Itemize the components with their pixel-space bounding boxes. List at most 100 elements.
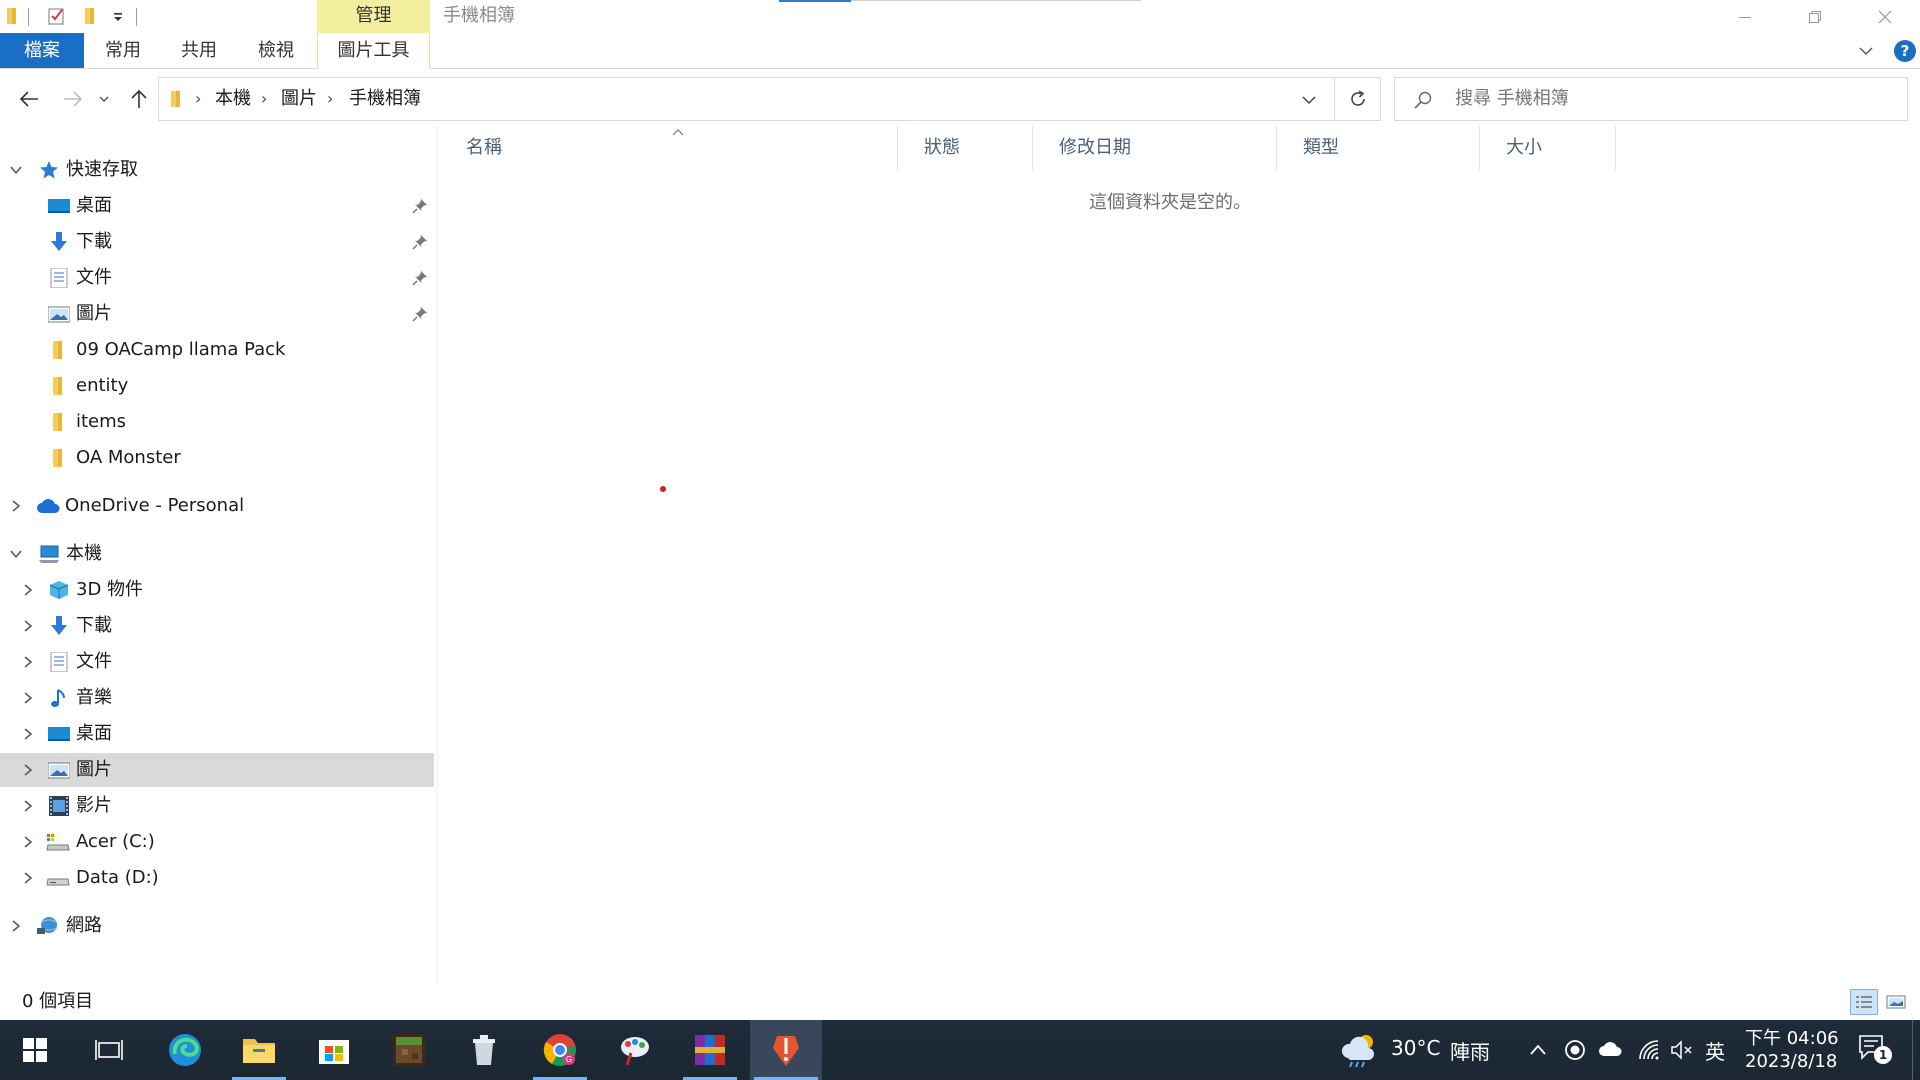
close-button[interactable]: [1850, 0, 1920, 33]
taskbar-file-explorer[interactable]: [228, 1020, 290, 1080]
taskbar-minecraft[interactable]: [378, 1020, 440, 1080]
recent-locations-button[interactable]: [94, 84, 114, 114]
nav-quick-item[interactable]: OA Monster: [0, 441, 434, 475]
nav-quick-item[interactable]: 下載: [0, 225, 434, 259]
tab-file[interactable]: 檔案: [0, 33, 84, 68]
qat-dropdown-icon[interactable]: [108, 6, 128, 26]
chevron-right-icon[interactable]: [20, 834, 36, 850]
pin-icon[interactable]: [412, 198, 428, 214]
wifi-icon[interactable]: [1637, 1038, 1661, 1062]
breadcrumb-phone-album[interactable]: 手機相簿: [349, 78, 421, 120]
nav-onedrive[interactable]: OneDrive - Personal: [0, 489, 434, 523]
breadcrumb-separator[interactable]: ›: [261, 78, 267, 120]
nav-quick-item[interactable]: items: [0, 405, 434, 439]
properties-icon[interactable]: [47, 6, 67, 26]
nav-quick-item[interactable]: entity: [0, 369, 434, 403]
minimize-button[interactable]: [1710, 0, 1780, 33]
chevron-right-icon[interactable]: [20, 690, 36, 706]
nav-pc-item[interactable]: Acer (C:): [0, 825, 434, 859]
chevron-right-icon[interactable]: [20, 798, 36, 814]
restore-button[interactable]: [1780, 0, 1850, 33]
weather-temp[interactable]: 30°C: [1391, 1036, 1440, 1060]
nav-pc-item[interactable]: 3D 物件: [0, 573, 434, 607]
file-list-pane[interactable]: 名稱 狀態 修改日期 類型 大小 這個資料夾是空的。: [440, 126, 1920, 984]
ribbon-expand-button[interactable]: [1856, 41, 1876, 61]
nav-quick-item[interactable]: 09 OACamp llama Pack: [0, 333, 434, 367]
weather-icon[interactable]: [1340, 1032, 1380, 1068]
taskbar-winrar[interactable]: [679, 1020, 741, 1080]
column-header-name[interactable]: 名稱: [440, 126, 898, 170]
weather-desc[interactable]: 陣雨: [1450, 1036, 1490, 1065]
volume-muted-icon[interactable]: [1670, 1039, 1694, 1061]
nav-pc-item[interactable]: 桌面: [0, 717, 434, 751]
details-view-button[interactable]: [1850, 989, 1878, 1015]
address-bar[interactable]: › 本機 › 圖片 › 手機相簿: [158, 77, 1335, 121]
tab-home[interactable]: 常用: [92, 33, 154, 68]
chevron-right-icon[interactable]: [20, 870, 36, 886]
chevron-right-icon[interactable]: [20, 762, 36, 778]
breadcrumb-pictures[interactable]: 圖片: [281, 78, 317, 120]
nav-pc-item[interactable]: 影片: [0, 789, 434, 823]
chevron-right-icon[interactable]: [8, 498, 24, 514]
up-button[interactable]: [124, 84, 154, 114]
start-button[interactable]: [4, 1020, 66, 1080]
taskbar-paint-app[interactable]: [604, 1020, 666, 1080]
search-input[interactable]: 搜尋 手機相簿: [1394, 77, 1908, 121]
chevron-down-icon[interactable]: [8, 546, 24, 562]
taskbar-store[interactable]: [303, 1020, 365, 1080]
nav-quick-access[interactable]: 快速存取: [0, 153, 434, 187]
taskbar-chrome[interactable]: G: [529, 1020, 591, 1080]
tab-view[interactable]: 檢視: [245, 33, 307, 68]
taskbar-active-app[interactable]: [750, 1020, 822, 1080]
desktop-icon: [48, 199, 70, 213]
breadcrumb-separator[interactable]: ›: [327, 78, 333, 120]
nav-network[interactable]: 網路: [0, 909, 434, 943]
forward-button[interactable]: [58, 84, 88, 114]
column-header-type[interactable]: 類型: [1277, 126, 1480, 170]
clock-time[interactable]: 下午 04:06: [1745, 1024, 1839, 1050]
ime-indicator[interactable]: 英: [1705, 1036, 1725, 1065]
taskbar-edge[interactable]: [154, 1020, 216, 1080]
chevron-up-icon[interactable]: [1528, 1040, 1548, 1060]
column-header-modified[interactable]: 修改日期: [1033, 126, 1277, 170]
task-view-button[interactable]: [78, 1020, 140, 1080]
new-folder-icon[interactable]: [80, 6, 100, 26]
nav-quick-item[interactable]: 文件: [0, 261, 434, 295]
chevron-right-icon[interactable]: [8, 918, 24, 934]
nav-pc-item[interactable]: 音樂: [0, 681, 434, 715]
notification-button[interactable]: 1: [1858, 1034, 1892, 1066]
refresh-button[interactable]: [1335, 77, 1381, 121]
taskbar-recycle-app[interactable]: [453, 1020, 515, 1080]
tab-share[interactable]: 共用: [168, 33, 230, 68]
address-history-button[interactable]: [1299, 90, 1319, 110]
column-header-size[interactable]: 大小: [1480, 126, 1616, 170]
chevron-down-icon[interactable]: [8, 162, 24, 178]
chevron-right-icon[interactable]: [20, 726, 36, 742]
breadcrumb-separator[interactable]: ›: [195, 78, 201, 120]
record-icon[interactable]: [1564, 1039, 1586, 1061]
tab-picture-tools[interactable]: 圖片工具: [317, 33, 430, 69]
nav-this-pc[interactable]: 本機: [0, 537, 434, 571]
pin-icon[interactable]: [412, 270, 428, 286]
column-header-status[interactable]: 狀態: [898, 126, 1033, 170]
onedrive-tray-icon[interactable]: [1598, 1040, 1624, 1058]
chevron-right-icon[interactable]: [20, 654, 36, 670]
breadcrumb-this-pc[interactable]: 本機: [215, 78, 251, 120]
minimize-icon: [1739, 16, 1751, 18]
pin-icon[interactable]: [412, 234, 428, 250]
nav-label: 圖片: [76, 303, 112, 324]
nav-quick-item[interactable]: 圖片: [0, 297, 434, 331]
chevron-right-icon[interactable]: [20, 582, 36, 598]
chevron-right-icon[interactable]: [20, 618, 36, 634]
nav-pc-item[interactable]: Data (D:): [0, 861, 434, 895]
nav-pc-item[interactable]: 文件: [0, 645, 434, 679]
pin-icon[interactable]: [412, 306, 428, 322]
help-icon[interactable]: ?: [1894, 40, 1916, 62]
nav-pc-item-selected[interactable]: 圖片: [0, 753, 434, 787]
nav-quick-item[interactable]: 桌面: [0, 189, 434, 223]
nav-pc-item[interactable]: 下載: [0, 609, 434, 643]
show-desktop-button[interactable]: [1912, 1020, 1920, 1080]
large-icons-view-button[interactable]: [1882, 989, 1910, 1015]
clock-date[interactable]: 2023/8/18: [1745, 1051, 1837, 1072]
back-button[interactable]: [14, 84, 44, 114]
